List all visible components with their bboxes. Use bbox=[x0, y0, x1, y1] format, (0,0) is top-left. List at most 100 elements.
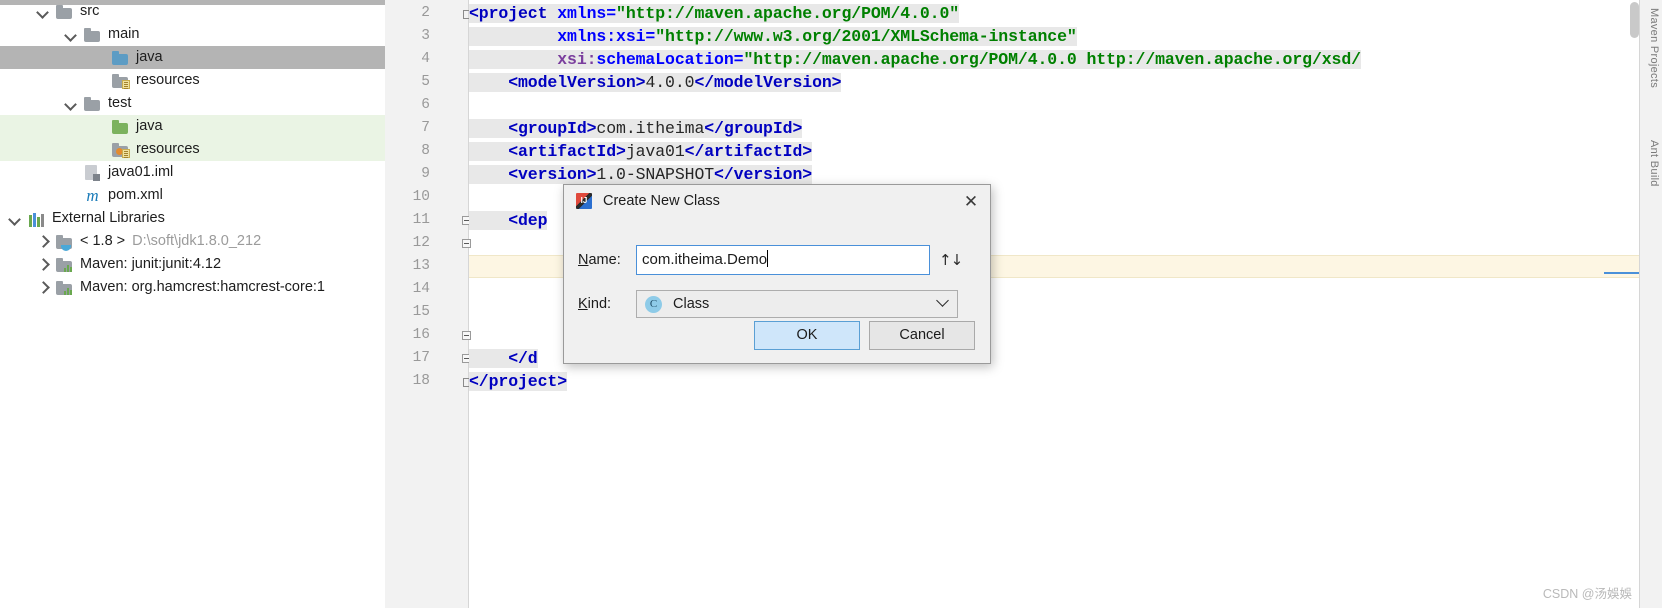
tree-item-1-8[interactable]: < 1.8 > D:\soft\jdk1.8.0_212 bbox=[0, 230, 385, 253]
class-name-value: com.itheima.Demo bbox=[642, 251, 768, 268]
close-icon[interactable]: ✕ bbox=[960, 192, 982, 212]
code-token: 4.0.0 bbox=[645, 73, 695, 92]
tree-item-label: pom.xml bbox=[108, 187, 163, 203]
name-label-mnemonic: N bbox=[578, 252, 589, 268]
line-number: 16 bbox=[412, 327, 430, 343]
line-number: 3 bbox=[421, 28, 430, 44]
code-token: xsi: bbox=[469, 50, 597, 69]
tree-item-label: main bbox=[108, 26, 140, 42]
kind-label-text: ind: bbox=[587, 296, 612, 312]
chevron-down-icon[interactable] bbox=[938, 296, 948, 306]
chevron-down-icon[interactable] bbox=[38, 6, 49, 17]
line-number: 17 bbox=[412, 350, 430, 366]
code-token: <dep bbox=[469, 211, 548, 230]
line-number: 6 bbox=[421, 97, 430, 113]
tree-item-maven-junit-junit-4-12[interactable]: Maven: junit:junit:4.12 bbox=[0, 253, 385, 276]
code-line[interactable]: <groupId>com.itheima</groupId> bbox=[469, 117, 802, 140]
cancel-button[interactable]: Cancel bbox=[869, 321, 975, 350]
code-token: <artifactId> bbox=[469, 142, 626, 161]
line-number: 14 bbox=[412, 281, 430, 297]
code-token: "http://www.w3.org/2001/XMLSchema-instan… bbox=[655, 27, 1077, 46]
create-new-class-dialog[interactable]: Create New Class ✕ Name: com.itheima.Dem… bbox=[563, 184, 991, 364]
code-line[interactable]: </project> bbox=[469, 370, 567, 393]
code-token: <modelVersion> bbox=[469, 73, 646, 92]
right-tool-strip[interactable]: Maven Projects Ant Build bbox=[1639, 0, 1662, 608]
line-number: 2 bbox=[421, 5, 430, 21]
code-line[interactable]: <project xmlns="http://maven.apache.org/… bbox=[469, 2, 959, 25]
line-number: 4 bbox=[421, 51, 430, 67]
history-updown-icon[interactable]: ↑↓ bbox=[939, 251, 963, 269]
code-line[interactable]: </d bbox=[469, 347, 538, 370]
line-number: 11 bbox=[412, 212, 430, 228]
chevron-right-icon[interactable] bbox=[38, 259, 49, 270]
kind-label: Kind: bbox=[564, 296, 636, 312]
name-label-text: ame: bbox=[588, 252, 621, 268]
line-number: 8 bbox=[421, 143, 430, 159]
ok-button[interactable]: OK bbox=[754, 321, 860, 350]
watermark: CSDN @汤娛娛 bbox=[1542, 587, 1632, 601]
editor-gutter[interactable]: 2 3 4 5 6 7 8 9 10 11 12 13 14 15 16 17 18 bbox=[385, 0, 471, 608]
code-line[interactable]: <dep bbox=[469, 209, 548, 232]
kind-field-row: Kind: C Class bbox=[564, 289, 990, 319]
line-number: 13 bbox=[412, 258, 430, 274]
tree-item-resources[interactable]: resources bbox=[0, 138, 385, 161]
line-number: 12 bbox=[412, 235, 430, 251]
line-number: 15 bbox=[412, 304, 430, 320]
editor-marker-stripe bbox=[1604, 272, 1640, 274]
tree-item-test[interactable]: test bbox=[0, 92, 385, 115]
tree-item-external-libraries[interactable]: External Libraries bbox=[0, 207, 385, 230]
kind-label-mnemonic: K bbox=[578, 296, 588, 312]
line-number: 18 bbox=[412, 373, 430, 389]
line-number: 7 bbox=[421, 120, 430, 136]
code-token: <groupId> bbox=[469, 119, 597, 138]
tree-item-label: java bbox=[136, 118, 163, 134]
code-token: </d bbox=[469, 349, 538, 368]
tree-item-label: java01.iml bbox=[108, 164, 174, 180]
maven-pom-icon: m bbox=[86, 185, 99, 205]
text-caret bbox=[767, 250, 769, 267]
code-line[interactable]: <modelVersion>4.0.0</modelVersion> bbox=[469, 71, 842, 94]
folder-icon bbox=[84, 96, 101, 111]
tree-item-pom-xml[interactable]: m pom.xml bbox=[0, 184, 385, 207]
tree-item-java[interactable]: java bbox=[0, 115, 385, 138]
iml-file-icon bbox=[84, 164, 101, 181]
tree-item-src[interactable]: src bbox=[0, 0, 385, 23]
class-name-input[interactable]: com.itheima.Demo bbox=[636, 245, 930, 275]
tree-item-resources[interactable]: resources bbox=[0, 69, 385, 92]
chevron-right-icon[interactable] bbox=[38, 236, 49, 247]
code-line[interactable]: xsi:schemaLocation="http://maven.apache.… bbox=[469, 48, 1361, 71]
tree-item-maven-org-hamcrest-hamcrest-core-1[interactable]: Maven: org.hamcrest:hamcrest-core:1 bbox=[0, 276, 385, 299]
tree-item-label: resources bbox=[136, 141, 200, 157]
tool-tab-ant-build[interactable]: Ant Build bbox=[1648, 140, 1660, 187]
code-token: "http://maven.apache.org/POM/4.0.0 http:… bbox=[743, 50, 1361, 69]
code-line[interactable]: xmlns:xsi="http://www.w3.org/2001/XMLSch… bbox=[469, 25, 1077, 48]
editor-scrollbar-thumb[interactable] bbox=[1630, 2, 1639, 38]
line-number: 5 bbox=[421, 74, 430, 90]
kind-select[interactable]: C Class bbox=[636, 290, 958, 318]
project-tree-panel[interactable]: src main java resources test java resources jav… bbox=[0, 0, 385, 608]
tree-item-label: External Libraries bbox=[52, 210, 165, 226]
source-folder-icon bbox=[112, 50, 129, 65]
code-token: </project> bbox=[469, 372, 568, 391]
folder-icon bbox=[84, 27, 101, 42]
code-line[interactable]: <version>1.0-SNAPSHOT</version> bbox=[469, 163, 812, 186]
code-line[interactable]: <artifactId>java01</artifactId> bbox=[469, 140, 812, 163]
chevron-down-icon[interactable] bbox=[10, 213, 21, 224]
kind-selected-value: Class bbox=[673, 296, 710, 312]
chevron-down-icon[interactable] bbox=[66, 98, 77, 109]
code-token: <project bbox=[469, 4, 558, 23]
code-token: "http://maven.apache.org/POM/4.0.0" bbox=[616, 4, 960, 23]
tree-item-java[interactable]: java bbox=[0, 46, 385, 69]
code-token: </modelVersion> bbox=[694, 73, 842, 92]
tool-tab-maven-projects[interactable]: Maven Projects bbox=[1648, 8, 1660, 88]
chevron-right-icon[interactable] bbox=[38, 282, 49, 293]
tree-item-label: resources bbox=[136, 72, 200, 88]
dialog-titlebar[interactable]: Create New Class bbox=[564, 185, 990, 217]
tree-item-main[interactable]: main bbox=[0, 23, 385, 46]
tree-item-label: < 1.8 > bbox=[80, 233, 126, 249]
chevron-down-icon[interactable] bbox=[66, 29, 77, 40]
tree-item-java01-iml[interactable]: java01.iml bbox=[0, 161, 385, 184]
project-tree-rows[interactable]: src main java resources test java resources jav… bbox=[0, 0, 385, 299]
code-token: </version> bbox=[714, 165, 813, 184]
line-number: 10 bbox=[412, 189, 430, 205]
